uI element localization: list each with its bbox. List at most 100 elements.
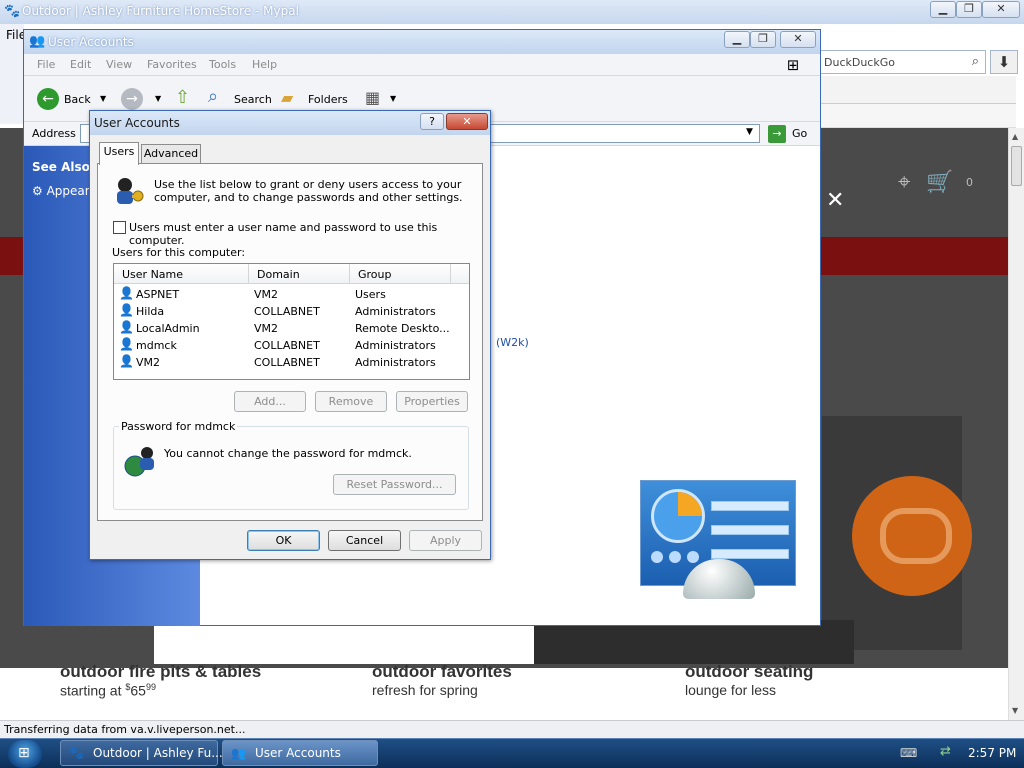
reset-password-button[interactable]: Reset Password... (333, 474, 456, 495)
maximize-button[interactable]: ❐ (750, 31, 776, 48)
folders-button-label[interactable]: Folders (308, 93, 348, 106)
table-row[interactable]: 👤 LocalAdmin VM2 Remote Deskto... (114, 320, 469, 337)
forward-arrow-icon[interactable]: → (121, 88, 143, 110)
apply-button[interactable]: Apply (409, 530, 482, 551)
chat-bubble-icon[interactable] (852, 476, 972, 596)
help-button[interactable]: ? (420, 113, 444, 130)
views-icon[interactable]: ▦ (365, 88, 380, 107)
row-group: Administrators (355, 339, 436, 352)
caption-sub: refresh for spring (372, 682, 478, 698)
dialog-title-bar[interactable]: User Accounts ? ✕ (90, 111, 490, 135)
page-scrollbar[interactable]: ▲ ▼ (1008, 128, 1024, 720)
tab-advanced[interactable]: Advanced (141, 144, 201, 164)
browser-search-box[interactable]: DuckDuckGo ⌕ (818, 50, 986, 74)
dialog-close-button[interactable]: ✕ (446, 113, 488, 130)
scroll-up-icon[interactable]: ▲ (1012, 132, 1018, 141)
user-icon: 👤 (119, 354, 134, 368)
properties-button[interactable]: Properties (396, 391, 468, 412)
menu-file[interactable]: File (37, 58, 55, 71)
row-user-name: mdmck (136, 339, 177, 352)
explorer-title-bar[interactable]: 👥 User Accounts ▁ ❐ ✕ (24, 30, 820, 54)
row-group: Remote Deskto... (355, 322, 450, 335)
back-button-label[interactable]: Back (64, 93, 91, 106)
menu-help[interactable]: Help (252, 58, 277, 71)
up-folder-icon[interactable]: ⇧ (175, 87, 190, 108)
cart-count: 0 (966, 176, 973, 189)
go-button[interactable]: → Go (768, 125, 818, 143)
back-dropdown-icon[interactable]: ▼ (100, 94, 106, 103)
row-user-name: VM2 (136, 356, 161, 369)
scroll-down-icon[interactable]: ▼ (1012, 706, 1018, 715)
tab-users[interactable]: Users (99, 142, 139, 165)
caption-title: outdoor favorites (372, 662, 512, 681)
views-dropdown-icon[interactable]: ▼ (390, 94, 396, 103)
search-icon[interactable]: ⌕ (972, 54, 979, 69)
taskbar-item-user-accounts[interactable]: 👥 User Accounts (222, 740, 378, 766)
overlay-close-icon[interactable]: ✕ (826, 188, 844, 213)
location-pin-icon[interactable]: ⌖ (898, 170, 910, 195)
require-password-checkbox[interactable] (113, 221, 126, 234)
download-icon[interactable]: ⬇ (990, 50, 1018, 74)
sidebar-item-appearance[interactable]: ⚙ Appear (32, 184, 90, 198)
menu-edit[interactable]: Edit (70, 58, 91, 71)
browser-left-strip: File (0, 24, 26, 124)
minimize-button[interactable]: ▁ (930, 1, 956, 18)
add-user-button[interactable]: Add... (234, 391, 306, 412)
table-row[interactable]: 👤 mdmck COLLABNET Administrators (114, 337, 469, 354)
close-button[interactable]: ✕ (982, 1, 1020, 18)
caption-sub: starting at $6599 (60, 682, 156, 699)
caption-title: outdoor fire pits & tables (60, 662, 262, 681)
row-user-name: Hilda (136, 305, 165, 318)
folders-icon[interactable]: ▰ (281, 88, 293, 107)
search-button-label[interactable]: Search (234, 93, 272, 106)
taskbar-item-browser[interactable]: 🐾 Outdoor | Ashley Fu... (60, 740, 223, 766)
table-row[interactable]: 👤 Hilda COLLABNET Administrators (114, 303, 469, 320)
password-message: You cannot change the password for mdmck… (164, 447, 412, 460)
column-group[interactable]: Group (350, 264, 451, 284)
users-list-label: Users for this computer: (112, 246, 246, 259)
users-list[interactable]: User Name Domain Group 👤 ASPNET VM2 User… (113, 263, 470, 380)
scrollbar-thumb[interactable] (1011, 146, 1022, 186)
column-user-name[interactable]: User Name (114, 264, 249, 284)
caption-fire-pits[interactable]: outdoor fire pits & tables starting at $… (60, 662, 261, 699)
caption-sub: lounge for less (685, 682, 777, 698)
see-also-heading: See Also (32, 160, 90, 174)
status-text: Transferring data from va.v.liveperson.n… (4, 723, 246, 736)
cart-icon[interactable]: 🛒 (926, 170, 953, 195)
appearance-icon: ⚙ (32, 184, 43, 198)
row-domain: VM2 (254, 288, 279, 301)
page-image-panel (154, 620, 534, 664)
cancel-button[interactable]: Cancel (328, 530, 401, 551)
content-text: (W2k) (496, 336, 529, 349)
back-arrow-icon[interactable]: ← (37, 88, 59, 110)
menu-view[interactable]: View (106, 58, 132, 71)
close-button[interactable]: ✕ (780, 31, 816, 48)
menu-tools[interactable]: Tools (209, 58, 236, 71)
network-icon[interactable]: ⇄ (940, 744, 951, 759)
start-button[interactable]: ⊞ (8, 740, 42, 768)
address-dropdown-icon[interactable]: ▼ (746, 127, 753, 137)
table-row[interactable]: 👤 ASPNET VM2 Users (114, 286, 469, 303)
ok-button[interactable]: OK (247, 530, 320, 551)
browser-title: Outdoor | Ashley Furniture HomeStore - M… (22, 4, 299, 18)
mypal-icon: 🐾 (69, 746, 84, 760)
menu-favorites[interactable]: Favorites (147, 58, 197, 71)
users-key-icon (117, 178, 144, 204)
caption-seating[interactable]: outdoor seating lounge for less (685, 662, 813, 698)
column-domain[interactable]: Domain (249, 264, 350, 284)
remove-user-button[interactable]: Remove (315, 391, 387, 412)
maximize-button[interactable]: ❐ (956, 1, 982, 18)
password-group-title: Password for mdmck (119, 420, 238, 433)
table-row[interactable]: 👤 VM2 COLLABNET Administrators (114, 354, 469, 371)
search-icon[interactable]: ⌕ (208, 86, 218, 107)
windows-flag-icon: ⊞ (786, 56, 800, 74)
row-group: Administrators (355, 305, 436, 318)
clock[interactable]: 2:57 PM (968, 746, 1016, 760)
forward-dropdown-icon[interactable]: ▼ (155, 94, 161, 103)
minimize-button[interactable]: ▁ (724, 31, 750, 48)
keyboard-icon[interactable]: ⌨ (900, 746, 917, 760)
caption-favorites[interactable]: outdoor favorites refresh for spring (372, 662, 512, 698)
require-password-label[interactable]: Users must enter a user name and passwor… (129, 221, 482, 247)
row-domain: VM2 (254, 322, 279, 335)
go-arrow-icon: → (768, 125, 786, 143)
